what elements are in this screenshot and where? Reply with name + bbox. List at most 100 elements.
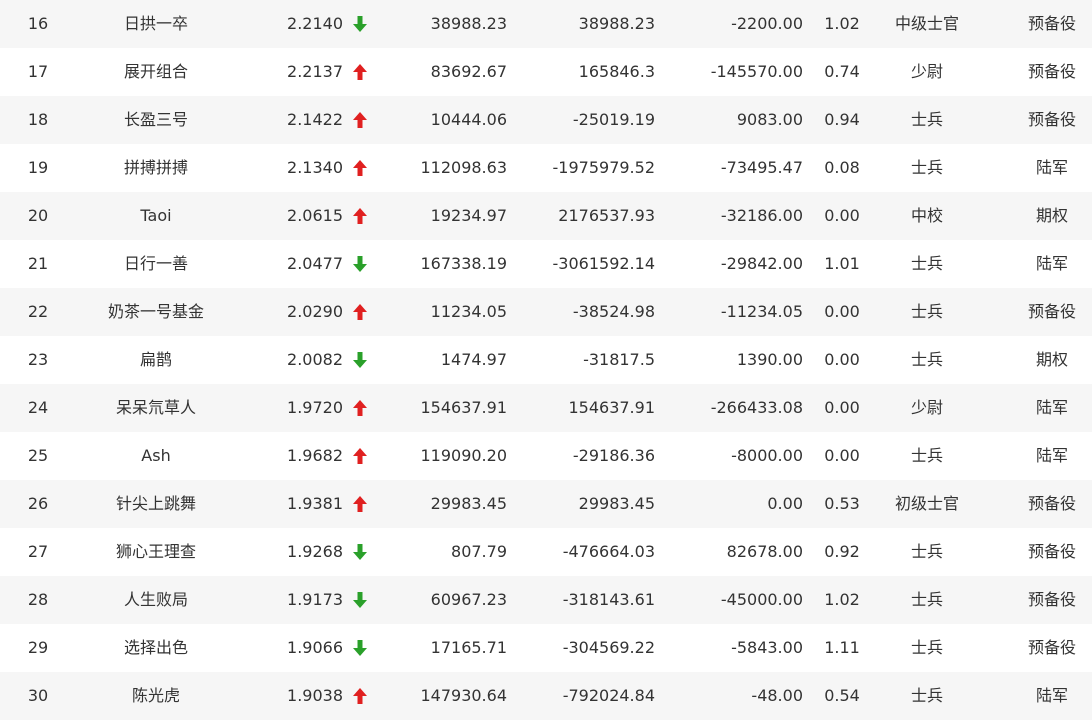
- value2-cell: -792024.84: [562, 686, 655, 705]
- table-row[interactable]: 22 奶茶一号基金 2.0290 11234.05 -38524.98 -112…: [0, 288, 1092, 336]
- rank-cell: 24: [27, 398, 49, 417]
- nav-cell: 1.9268: [287, 542, 343, 561]
- nav-cell: 2.2137: [287, 62, 343, 81]
- ratio-cell: 1.02: [824, 14, 860, 33]
- nav-cell: 1.9038: [287, 686, 343, 705]
- table-row[interactable]: 18 长盈三号 2.1422 10444.06 -25019.19 9083.0…: [0, 96, 1092, 144]
- name-cell[interactable]: 针尖上跳舞: [76, 480, 236, 528]
- name-cell[interactable]: 展开组合: [76, 48, 236, 96]
- table-row[interactable]: 26 针尖上跳舞 1.9381 29983.45 29983.45 0.00 0…: [0, 480, 1092, 528]
- arrow-up-icon: [352, 384, 370, 432]
- name-cell[interactable]: 陈光虎: [76, 672, 236, 720]
- name-cell[interactable]: 扁鹊: [76, 336, 236, 384]
- group-cell: 陆军: [1035, 686, 1068, 705]
- value2-cell: 165846.3: [578, 62, 655, 81]
- nav-cell: 2.0290: [287, 302, 343, 321]
- rank-cell: 17: [27, 62, 49, 81]
- table-row[interactable]: 29 选择出色 1.9066 17165.71 -304569.22 -5843…: [0, 624, 1092, 672]
- group-cell: 期权: [1035, 206, 1068, 225]
- nav-cell: 1.9682: [287, 446, 343, 465]
- value3-cell: 0.00: [767, 494, 803, 513]
- arrow-up-icon: [352, 480, 370, 528]
- value3-cell: 9083.00: [736, 110, 803, 129]
- table-row[interactable]: 27 狮心王理查 1.9268 807.79 -476664.03 82678.…: [0, 528, 1092, 576]
- name-cell[interactable]: 人生败局: [76, 576, 236, 624]
- group-cell: 预备役: [1027, 494, 1076, 513]
- ratio-cell: 0.92: [824, 542, 860, 561]
- value3-cell: -48.00: [751, 686, 803, 705]
- arrow-down-icon: [352, 624, 370, 672]
- name-cell[interactable]: 拼搏拼搏: [76, 144, 236, 192]
- rank-title-cell: 士兵: [910, 446, 943, 465]
- ranking-table: 16 日拱一卒 2.2140 38988.23 38988.23 -2200.0…: [0, 0, 1092, 720]
- name-cell[interactable]: 狮心王理查: [76, 528, 236, 576]
- rank-title-cell: 士兵: [910, 590, 943, 609]
- value2-cell: -25019.19: [572, 110, 655, 129]
- rank-cell: 28: [27, 590, 49, 609]
- rank-cell: 23: [27, 350, 49, 369]
- value2-cell: 29983.45: [578, 494, 655, 513]
- ratio-cell: 0.94: [824, 110, 860, 129]
- name-cell[interactable]: Ash: [76, 432, 236, 480]
- ratio-cell: 0.53: [824, 494, 860, 513]
- value2-cell: -1975979.52: [552, 158, 655, 177]
- name-cell[interactable]: 长盈三号: [76, 96, 236, 144]
- table-row[interactable]: 25 Ash 1.9682 119090.20 -29186.36 -8000.…: [0, 432, 1092, 480]
- group-cell: 预备役: [1027, 110, 1076, 129]
- name-cell[interactable]: 选择出色: [76, 624, 236, 672]
- table-row[interactable]: 30 陈光虎 1.9038 147930.64 -792024.84 -48.0…: [0, 672, 1092, 720]
- value1-cell: 1474.97: [440, 350, 507, 369]
- value1-cell: 60967.23: [430, 590, 507, 609]
- table-row[interactable]: 28 人生败局 1.9173 60967.23 -318143.61 -4500…: [0, 576, 1092, 624]
- value3-cell: -32186.00: [720, 206, 803, 225]
- table-row[interactable]: 19 拼搏拼搏 2.1340 112098.63 -1975979.52 -73…: [0, 144, 1092, 192]
- rank-title-cell: 士兵: [910, 686, 943, 705]
- table-row[interactable]: 24 呆呆氘草人 1.9720 154637.91 154637.91 -266…: [0, 384, 1092, 432]
- rank-cell: 18: [27, 110, 49, 129]
- value3-cell: -145570.00: [710, 62, 803, 81]
- rank-cell: 16: [27, 14, 49, 33]
- rank-cell: 25: [27, 446, 49, 465]
- value1-cell: 83692.67: [430, 62, 507, 81]
- table-row[interactable]: 20 Taoi 2.0615 19234.97 2176537.93 -3218…: [0, 192, 1092, 240]
- value2-cell: 2176537.93: [558, 206, 655, 225]
- name-cell[interactable]: 呆呆氘草人: [76, 384, 236, 432]
- value2-cell: -304569.22: [562, 638, 655, 657]
- value2-cell: -318143.61: [562, 590, 655, 609]
- table-row[interactable]: 23 扁鹊 2.0082 1474.97 -31817.5 1390.00 0.…: [0, 336, 1092, 384]
- group-cell: 陆军: [1035, 254, 1068, 273]
- name-cell[interactable]: 日行一善: [76, 240, 236, 288]
- nav-cell: 1.9381: [287, 494, 343, 513]
- name-cell[interactable]: 日拱一卒: [76, 0, 236, 48]
- rank-title-cell: 中级士官: [894, 14, 959, 33]
- value3-cell: -45000.00: [720, 590, 803, 609]
- nav-cell: 2.0082: [287, 350, 343, 369]
- arrow-down-icon: [352, 240, 370, 288]
- rank-cell: 29: [27, 638, 49, 657]
- value1-cell: 10444.06: [430, 110, 507, 129]
- rank-cell: 22: [27, 302, 49, 321]
- arrow-down-icon: [352, 0, 370, 48]
- arrow-up-icon: [352, 672, 370, 720]
- table-row[interactable]: 16 日拱一卒 2.2140 38988.23 38988.23 -2200.0…: [0, 0, 1092, 48]
- rank-title-cell: 士兵: [910, 350, 943, 369]
- ratio-cell: 0.00: [824, 206, 860, 225]
- group-cell: 陆军: [1035, 446, 1068, 465]
- value1-cell: 112098.63: [420, 158, 507, 177]
- value2-cell: -3061592.14: [552, 254, 655, 273]
- rank-cell: 30: [27, 686, 49, 705]
- value2-cell: -31817.5: [583, 350, 655, 369]
- arrow-up-icon: [352, 192, 370, 240]
- rank-title-cell: 士兵: [910, 542, 943, 561]
- table-row[interactable]: 21 日行一善 2.0477 167338.19 -3061592.14 -29…: [0, 240, 1092, 288]
- table-row[interactable]: 17 展开组合 2.2137 83692.67 165846.3 -145570…: [0, 48, 1092, 96]
- value1-cell: 17165.71: [430, 638, 507, 657]
- name-cell[interactable]: 奶茶一号基金: [76, 288, 236, 336]
- ratio-cell: 0.54: [824, 686, 860, 705]
- name-cell[interactable]: Taoi: [76, 192, 236, 240]
- value1-cell: 147930.64: [420, 686, 507, 705]
- ratio-cell: 0.00: [824, 302, 860, 321]
- rank-cell: 26: [27, 494, 49, 513]
- group-cell: 陆军: [1035, 398, 1068, 417]
- group-cell: 预备役: [1027, 14, 1076, 33]
